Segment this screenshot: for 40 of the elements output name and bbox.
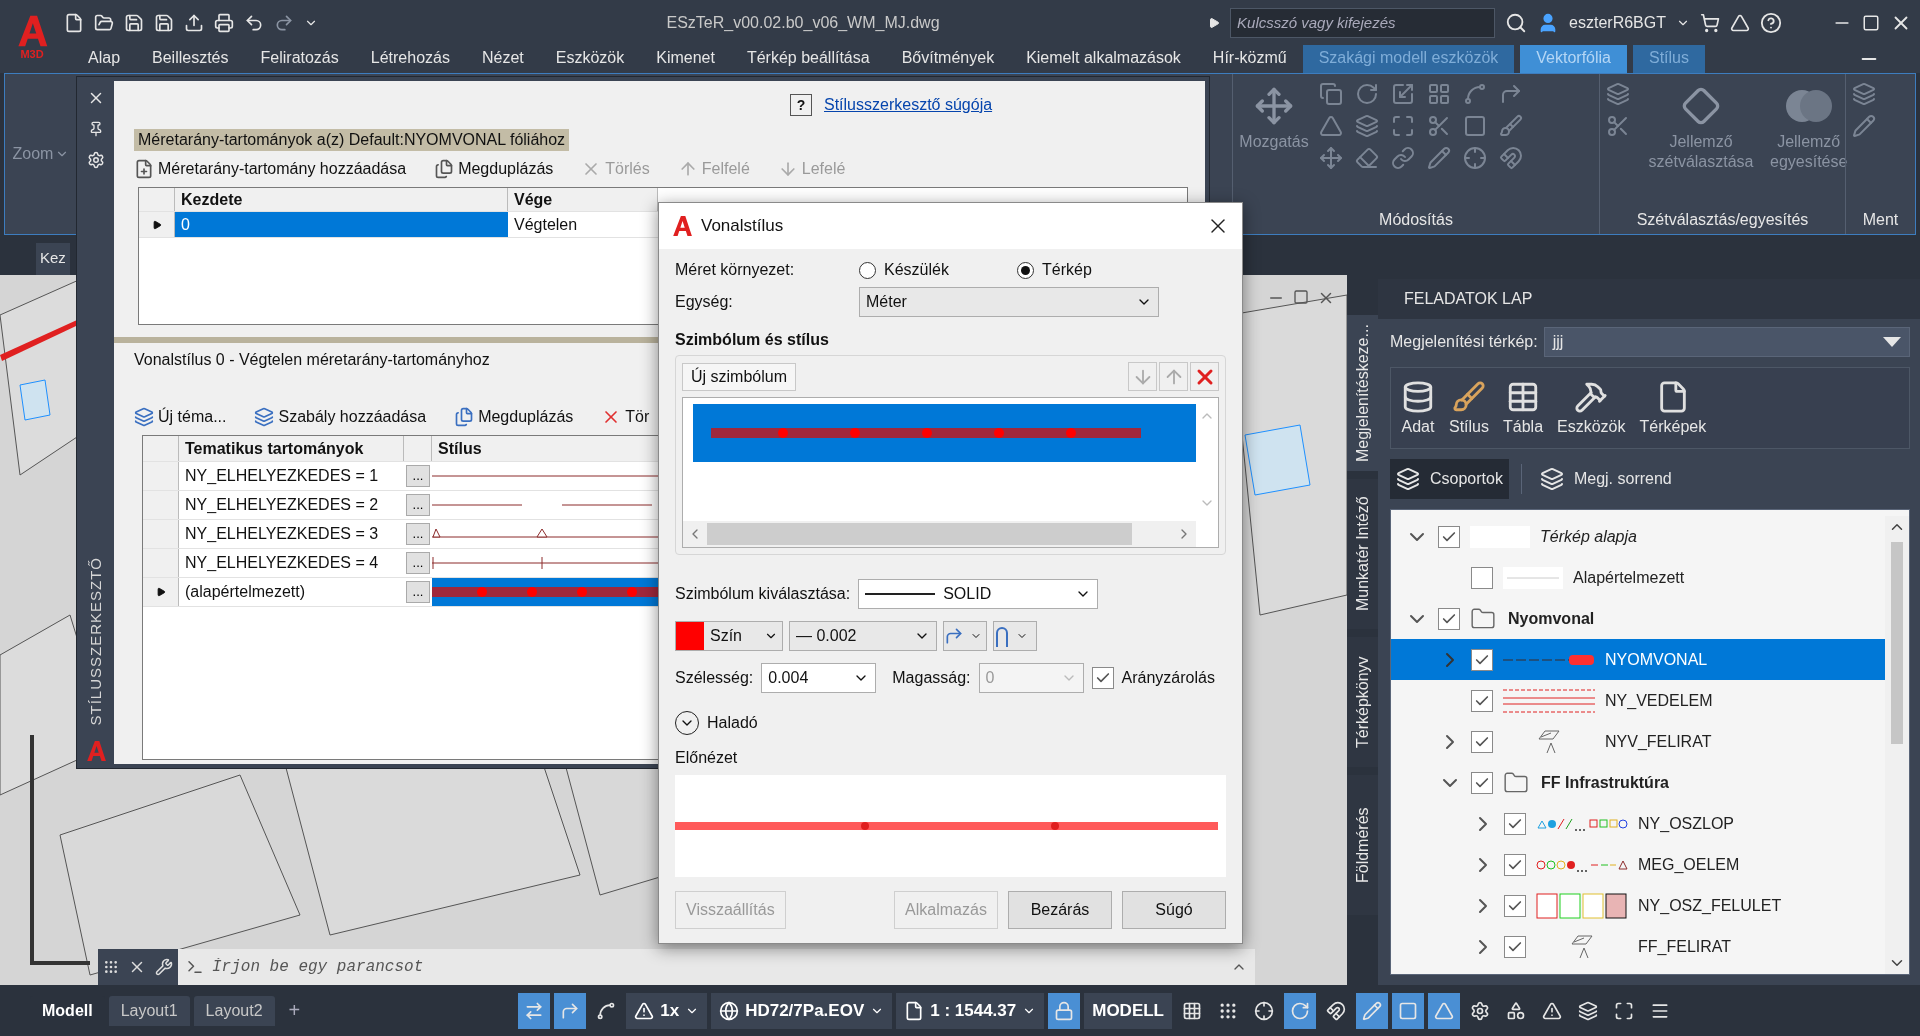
layer-name: FF Infrastruktúra <box>1541 773 1669 792</box>
panel-title: Ment <box>1861 210 1900 230</box>
table-cell-text: (alapértelmezett) <box>184 582 307 602</box>
layer-name: NY_OSZLOP <box>1638 814 1735 833</box>
window-title: ESzTeR_v00.02.b0_v06_WM_MJ.dwg <box>665 13 941 32</box>
column-header: Vége <box>508 188 658 211</box>
layer-name: Alapértelmezett <box>1573 568 1685 587</box>
layer-name: Térkép alapja <box>1540 527 1637 546</box>
logo-label: M3D <box>20 47 44 60</box>
checkbox-label: Arányzárolás <box>1121 669 1215 687</box>
field-label: Előnézet <box>675 749 739 767</box>
section-header: Méretarány-tartományok a(z) Default:NYOMVONAL fóliához <box>134 129 570 151</box>
panel-title: Szétválasztás/egyesítés <box>1635 210 1810 230</box>
table-cell: 0 <box>175 212 508 237</box>
table-cell-text: NY_ELHELYEZKEDES = 2 <box>184 495 380 515</box>
field-label: Szélesség: <box>675 669 754 687</box>
table-cell-text: Végtelen <box>513 214 579 235</box>
layer-name: Nyomvonal <box>1508 609 1595 628</box>
table-cell-text: NY_ELHELYEZKEDES = 1 <box>184 466 380 486</box>
layer-name: NY_OSZ_FELULET <box>1638 896 1782 915</box>
layer-name: NYV_FELIRAT <box>1605 732 1712 751</box>
field-label: Méret környezet: <box>675 261 796 279</box>
table-cell-text: NY_ELHELYEZKEDES = 4 <box>184 553 380 573</box>
pane-title: FELADATOK LAP <box>1404 290 1533 308</box>
layer-name: FF_FELIRAT <box>1638 937 1732 956</box>
layer-name: NY_VEDELEM <box>1605 691 1713 710</box>
field-label: Szimbólum kiválasztása: <box>675 585 851 603</box>
column-header: Tematikus tartományok <box>179 436 404 461</box>
section-title: Szimbólum és stílus <box>675 331 830 349</box>
field-label: Egység: <box>675 293 734 311</box>
section-label: Vonalstílus 0 - Végtelen méretarány-tartományhoz <box>134 351 491 369</box>
field-label: Megjelenítési térkép: <box>1390 333 1538 351</box>
layer-name: NYOMVONAL <box>1605 650 1708 669</box>
column-header: Kezdete <box>175 188 508 211</box>
panel-title: Módosítás <box>1378 210 1454 230</box>
palette-title: STÍLUSSZERKESZTŐ <box>87 557 104 726</box>
field-label: Magasság: <box>892 669 971 687</box>
layer-name: MEG_OELEM <box>1638 855 1740 874</box>
dialog-title: Vonalstílus <box>701 216 785 236</box>
table-cell-text: NY_ELHELYEZKEDES = 3 <box>184 524 380 544</box>
